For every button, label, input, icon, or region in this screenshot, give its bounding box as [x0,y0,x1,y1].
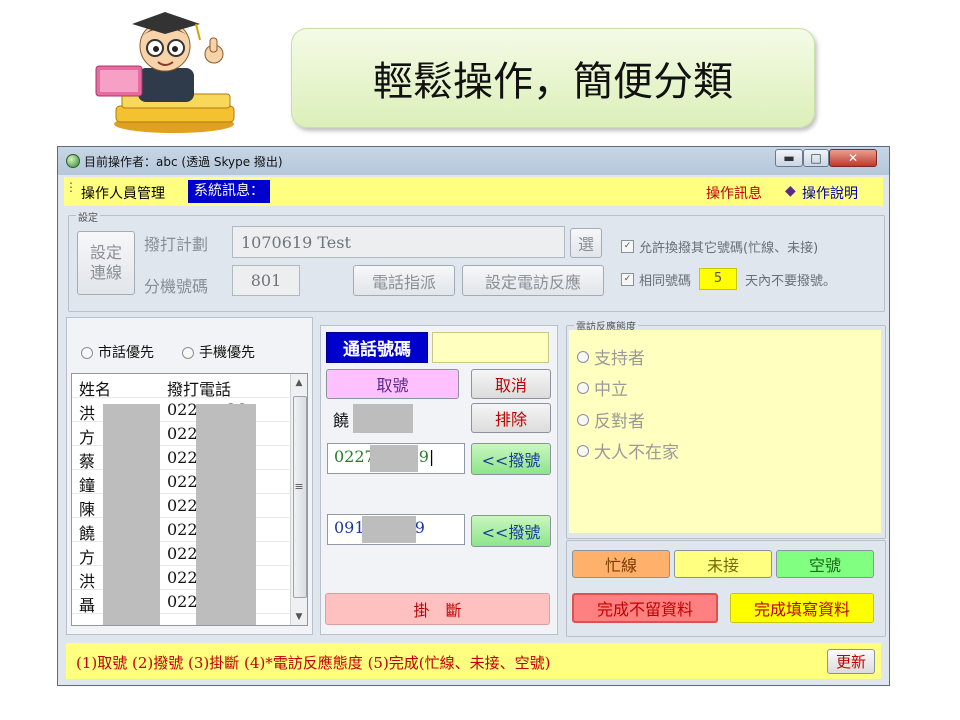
app-window: 目前操作者：abc (透過 Skype 撥出) ▬ □ ✕ ⋮ 操作人員管理 系… [57,146,890,686]
settings-legend: 設定 [76,209,100,224]
no-answer-button[interactable]: 未接 [674,550,772,578]
response-radio-icon [577,413,589,426]
take-number-button[interactable]: 取號 [326,369,459,399]
minimize-button[interactable]: ▬ [775,149,803,167]
mobile-first-radio[interactable]: 手機優先 [182,342,255,362]
call-number-field[interactable] [432,332,549,363]
plan-field[interactable]: 1070619 Test [232,226,565,258]
help-diamond-icon: ◆ [785,183,796,199]
response-option[interactable]: 反對者 [577,407,645,432]
mobile-first-label: 手機優先 [199,345,255,361]
menu-operator-management[interactable]: 操作人員管理 [81,183,165,203]
close-button[interactable]: ✕ [829,149,877,167]
mobile-radio-icon [182,347,194,359]
empty-number-button[interactable]: 空號 [776,550,874,578]
scroll-thumb[interactable] [293,396,307,598]
landline-first-label: 市話優先 [98,345,154,361]
contact-list[interactable]: 姓名 撥打電話 洪02236 方02295 蔡02249 鐘02218 陳022… [71,373,308,626]
scroll-up-arrow-icon[interactable]: ▲ [291,374,307,391]
menu-system-message[interactable]: 系統訊息： [188,180,270,203]
redaction-block [196,404,256,625]
scroll-down-arrow-icon[interactable]: ▼ [291,608,307,625]
same-number-prefix: 相同號碼 [639,273,692,289]
app-icon [66,154,80,168]
response-option[interactable]: 大人不在家 [577,438,679,463]
response-radio-icon [577,350,589,363]
done-no-keep-button[interactable]: 完成不留資料 [572,593,718,623]
response-settings-button[interactable]: 設定電訪反應 [462,265,604,296]
caller-name: 饒 [333,411,350,430]
menu-grip: ⋮ [65,180,77,194]
response-radio-icon [577,444,589,457]
select-plan-button[interactable]: 選 [570,228,602,258]
response-option[interactable]: 中立 [577,375,628,400]
call-number-label: 通話號碼 [326,332,428,363]
headline-banner: 輕鬆操作，簡便分類 [291,28,815,128]
hangup-button[interactable]: 掛 斷 [325,593,550,625]
menu-bar: ⋮ 操作人員管理 系統訊息： 操作訊息 ◆ 操作說明 [64,177,883,206]
redaction-block [362,516,416,543]
redaction-block [370,445,418,472]
same-number-suffix: 天內不要撥號。 [745,273,837,289]
graduate-mascot-illustration [95,12,235,133]
phone-2-tail: 9 [414,518,425,537]
connect-settings-button[interactable]: 設定連線 [77,231,135,295]
redaction-block [353,404,413,433]
allow-switch-check-icon: ✓ [621,240,634,253]
same-number-check-icon: ✓ [621,272,634,286]
headline-text: 輕鬆操作，簡便分類 [373,59,733,105]
refresh-button[interactable]: 更新 [827,649,875,674]
col-phone-header: 撥打電話 [167,380,232,399]
scroll-grip-icon: ≡ [294,480,304,493]
col-name-header: 姓名 [79,380,112,399]
menu-operation-help[interactable]: 操作說明 [802,183,858,203]
landline-radio-icon [81,347,93,359]
plan-label: 撥打計劃 [144,235,209,254]
response-option[interactable]: 支持者 [577,344,645,369]
response-radio-icon [577,381,589,394]
list-header: 姓名 撥打電話 [72,374,290,399]
exclude-button[interactable]: 排除 [471,403,551,433]
landline-first-radio[interactable]: 市話優先 [81,342,154,362]
done-fill-button[interactable]: 完成填寫資料 [730,593,874,623]
cancel-button[interactable]: 取消 [471,369,551,399]
redaction-block [103,404,160,625]
extension-field[interactable]: 801 [232,265,300,296]
status-bar: (1)取號 (2)撥號 (3)掛斷 (4)*電訪反應態度 (5)完成(忙線、未接… [66,643,881,679]
window-title: 目前操作者：abc (透過 Skype 撥出) [84,155,283,169]
allow-switch-label: 允許換撥其它號碼(忙線、未接) [639,241,819,256]
response-options-area: 支持者 中立 反對者 大人不在家 [569,330,881,533]
extension-label: 分機號碼 [144,277,209,296]
phone-assign-button[interactable]: 電話指派 [353,265,455,296]
phone-1-tail: 9 [418,447,429,466]
title-bar[interactable]: 目前操作者：abc (透過 Skype 撥出) ▬ □ ✕ [58,147,889,175]
same-number-days-field[interactable]: 5 [699,268,738,290]
menu-operation-message[interactable]: 操作訊息 [706,183,762,203]
status-instructions: (1)取號 (2)撥號 (3)掛斷 (4)*電訪反應態度 (5)完成(忙線、未接… [76,654,551,672]
same-number-checkbox[interactable]: ✓ 相同號碼 5 天內不要撥號。 [621,268,836,290]
busy-button[interactable]: 忙線 [572,550,670,578]
allow-switch-checkbox[interactable]: ✓ 允許換撥其它號碼(忙線、未接) [621,237,818,256]
list-scrollbar[interactable]: ▲ ≡ ▼ [290,374,307,625]
dial-phone-2-button[interactable]: <<撥號 [471,515,551,547]
maximize-button[interactable]: □ [803,149,829,167]
dial-phone-1-button[interactable]: <<撥號 [471,443,551,475]
phone-1-value: 0227 [334,447,375,466]
